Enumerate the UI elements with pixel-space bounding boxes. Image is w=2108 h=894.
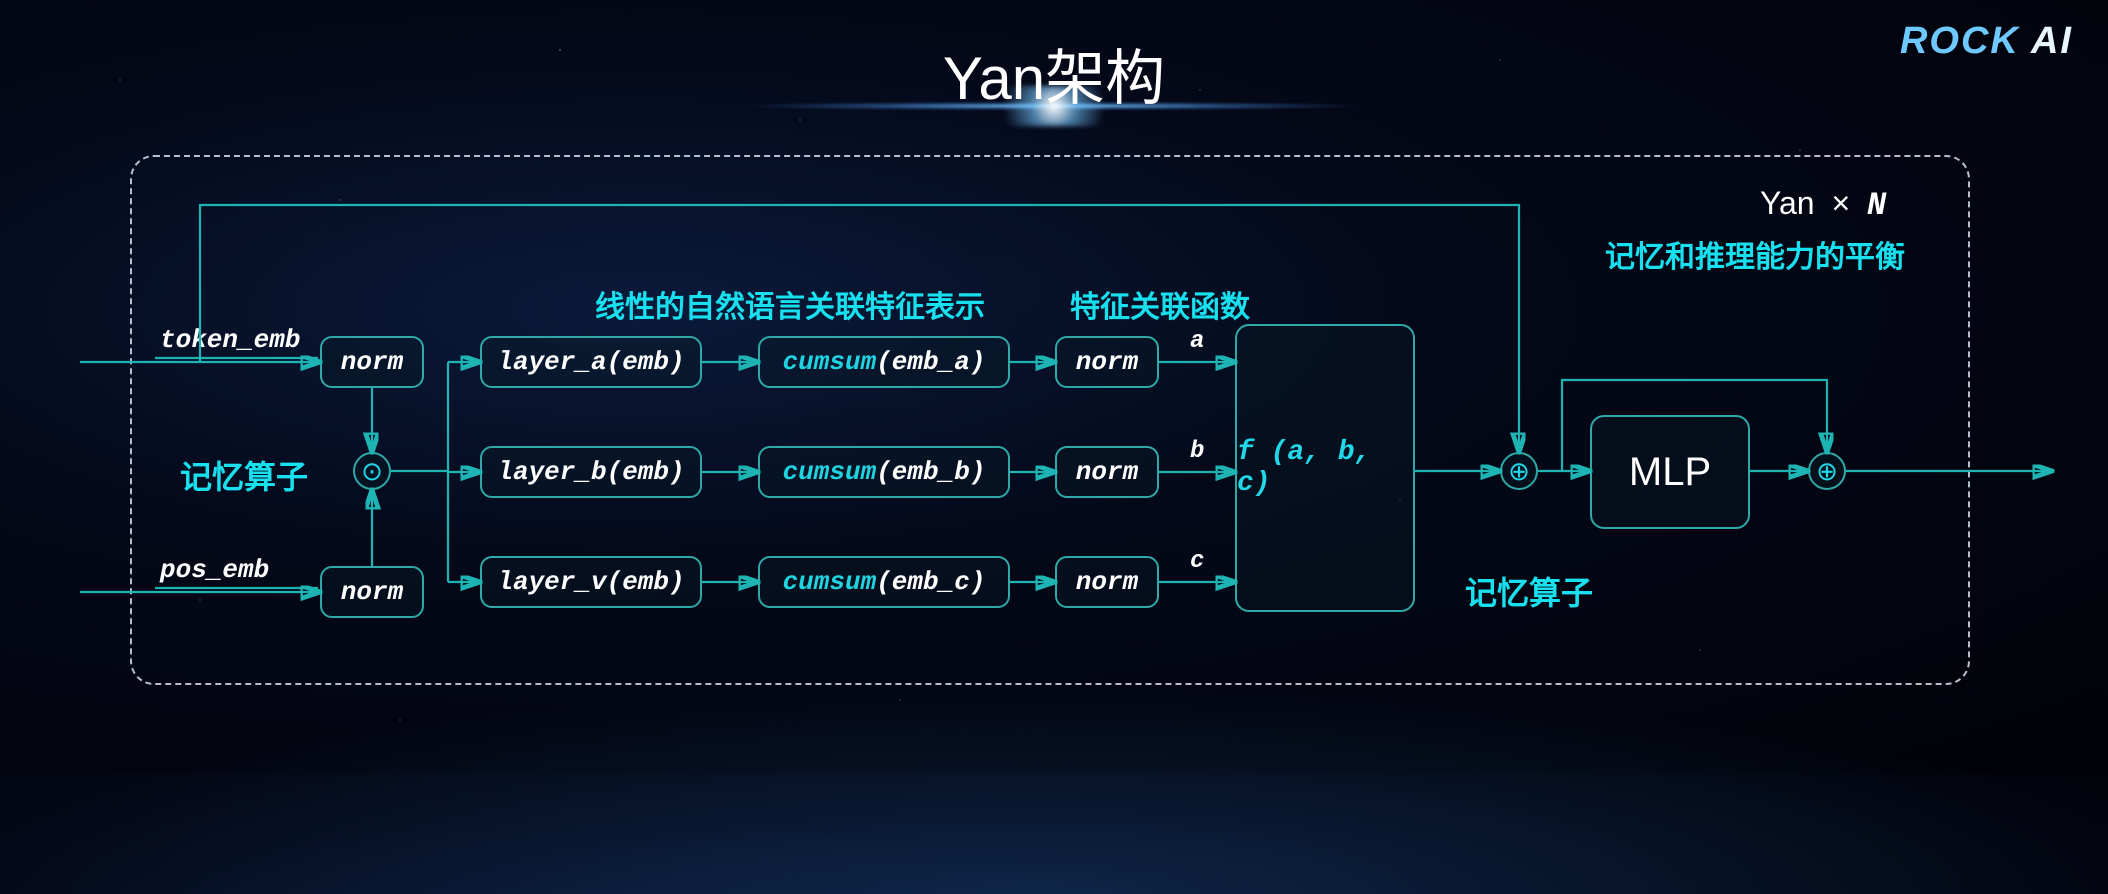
- layer-v-arg: (emb): [607, 567, 685, 597]
- op-add-2: ⊕: [1808, 452, 1846, 490]
- block-norm-pos: norm: [320, 566, 424, 618]
- layer-a-arg: (emb): [607, 347, 685, 377]
- times-symbol: ×: [1823, 185, 1858, 221]
- block-cumsum-a: cumsum(emb_a): [758, 336, 1010, 388]
- layer-a-name: layer_a: [497, 347, 606, 377]
- layer-b-arg: (emb): [607, 457, 685, 487]
- block-layer-b: layer_b(emb): [480, 446, 702, 498]
- repeat-n: N: [1867, 187, 1886, 224]
- brand-logo: ROCK AI: [1900, 20, 2073, 63]
- op-multiply: ⊙: [353, 452, 391, 490]
- yan-name: Yan: [1760, 185, 1815, 221]
- block-cumsum-b: cumsum(emb_b): [758, 446, 1010, 498]
- block-norm-c: norm: [1055, 556, 1159, 608]
- cumsum-b-fn: cumsum: [783, 457, 877, 487]
- block-layer-a: layer_a(emb): [480, 336, 702, 388]
- cumsum-b-arg: (emb_b): [876, 457, 985, 487]
- path-label-b: b: [1190, 438, 1204, 465]
- cumsum-c-arg: (emb_c): [876, 567, 985, 597]
- layer-v-name: layer_v: [497, 567, 606, 597]
- header-balance: 记忆和推理能力的平衡: [1605, 232, 1905, 276]
- logo-rock: ROCK: [1900, 20, 2020, 62]
- label-token-emb: token_emb: [160, 325, 300, 355]
- path-label-c: c: [1190, 548, 1204, 575]
- block-mlp: MLP: [1590, 415, 1750, 529]
- logo-ai: AI: [2020, 20, 2073, 62]
- cumsum-a-fn: cumsum: [783, 347, 877, 377]
- op-add-1: ⊕: [1500, 452, 1538, 490]
- header-memory-op-left: 记忆算子: [180, 452, 308, 498]
- header-feature-fn: 特征关联函数: [1070, 282, 1250, 326]
- block-cumsum-c: cumsum(emb_c): [758, 556, 1010, 608]
- header-linear-feature: 线性的自然语言关联特征表示: [595, 282, 985, 326]
- block-norm-b: norm: [1055, 446, 1159, 498]
- header-memory-op-right: 记忆算子: [1465, 568, 1593, 614]
- path-label-a: a: [1190, 328, 1204, 355]
- block-norm-token: norm: [320, 336, 424, 388]
- yan-repeat-label: Yan × N: [1760, 185, 1886, 224]
- cumsum-c-fn: cumsum: [783, 567, 877, 597]
- label-pos-emb: pos_emb: [160, 555, 269, 585]
- layer-b-name: layer_b: [497, 457, 606, 487]
- cumsum-a-arg: (emb_a): [876, 347, 985, 377]
- block-norm-a: norm: [1055, 336, 1159, 388]
- block-layer-v: layer_v(emb): [480, 556, 702, 608]
- block-function-f: f (a, b, c): [1235, 324, 1415, 612]
- page-title: Yan架构: [943, 30, 1165, 117]
